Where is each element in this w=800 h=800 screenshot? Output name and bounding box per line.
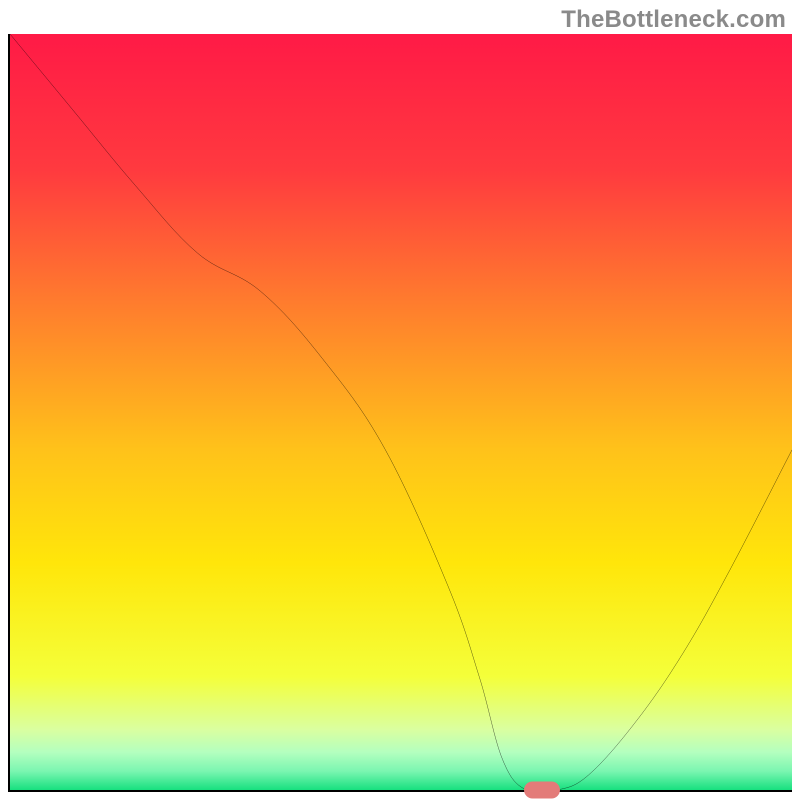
optimal-marker	[524, 782, 560, 799]
background-gradient	[10, 34, 792, 790]
plot-area	[8, 34, 792, 792]
chart-stage: TheBottleneck.com	[0, 0, 800, 800]
watermark-text: TheBottleneck.com	[561, 6, 786, 34]
